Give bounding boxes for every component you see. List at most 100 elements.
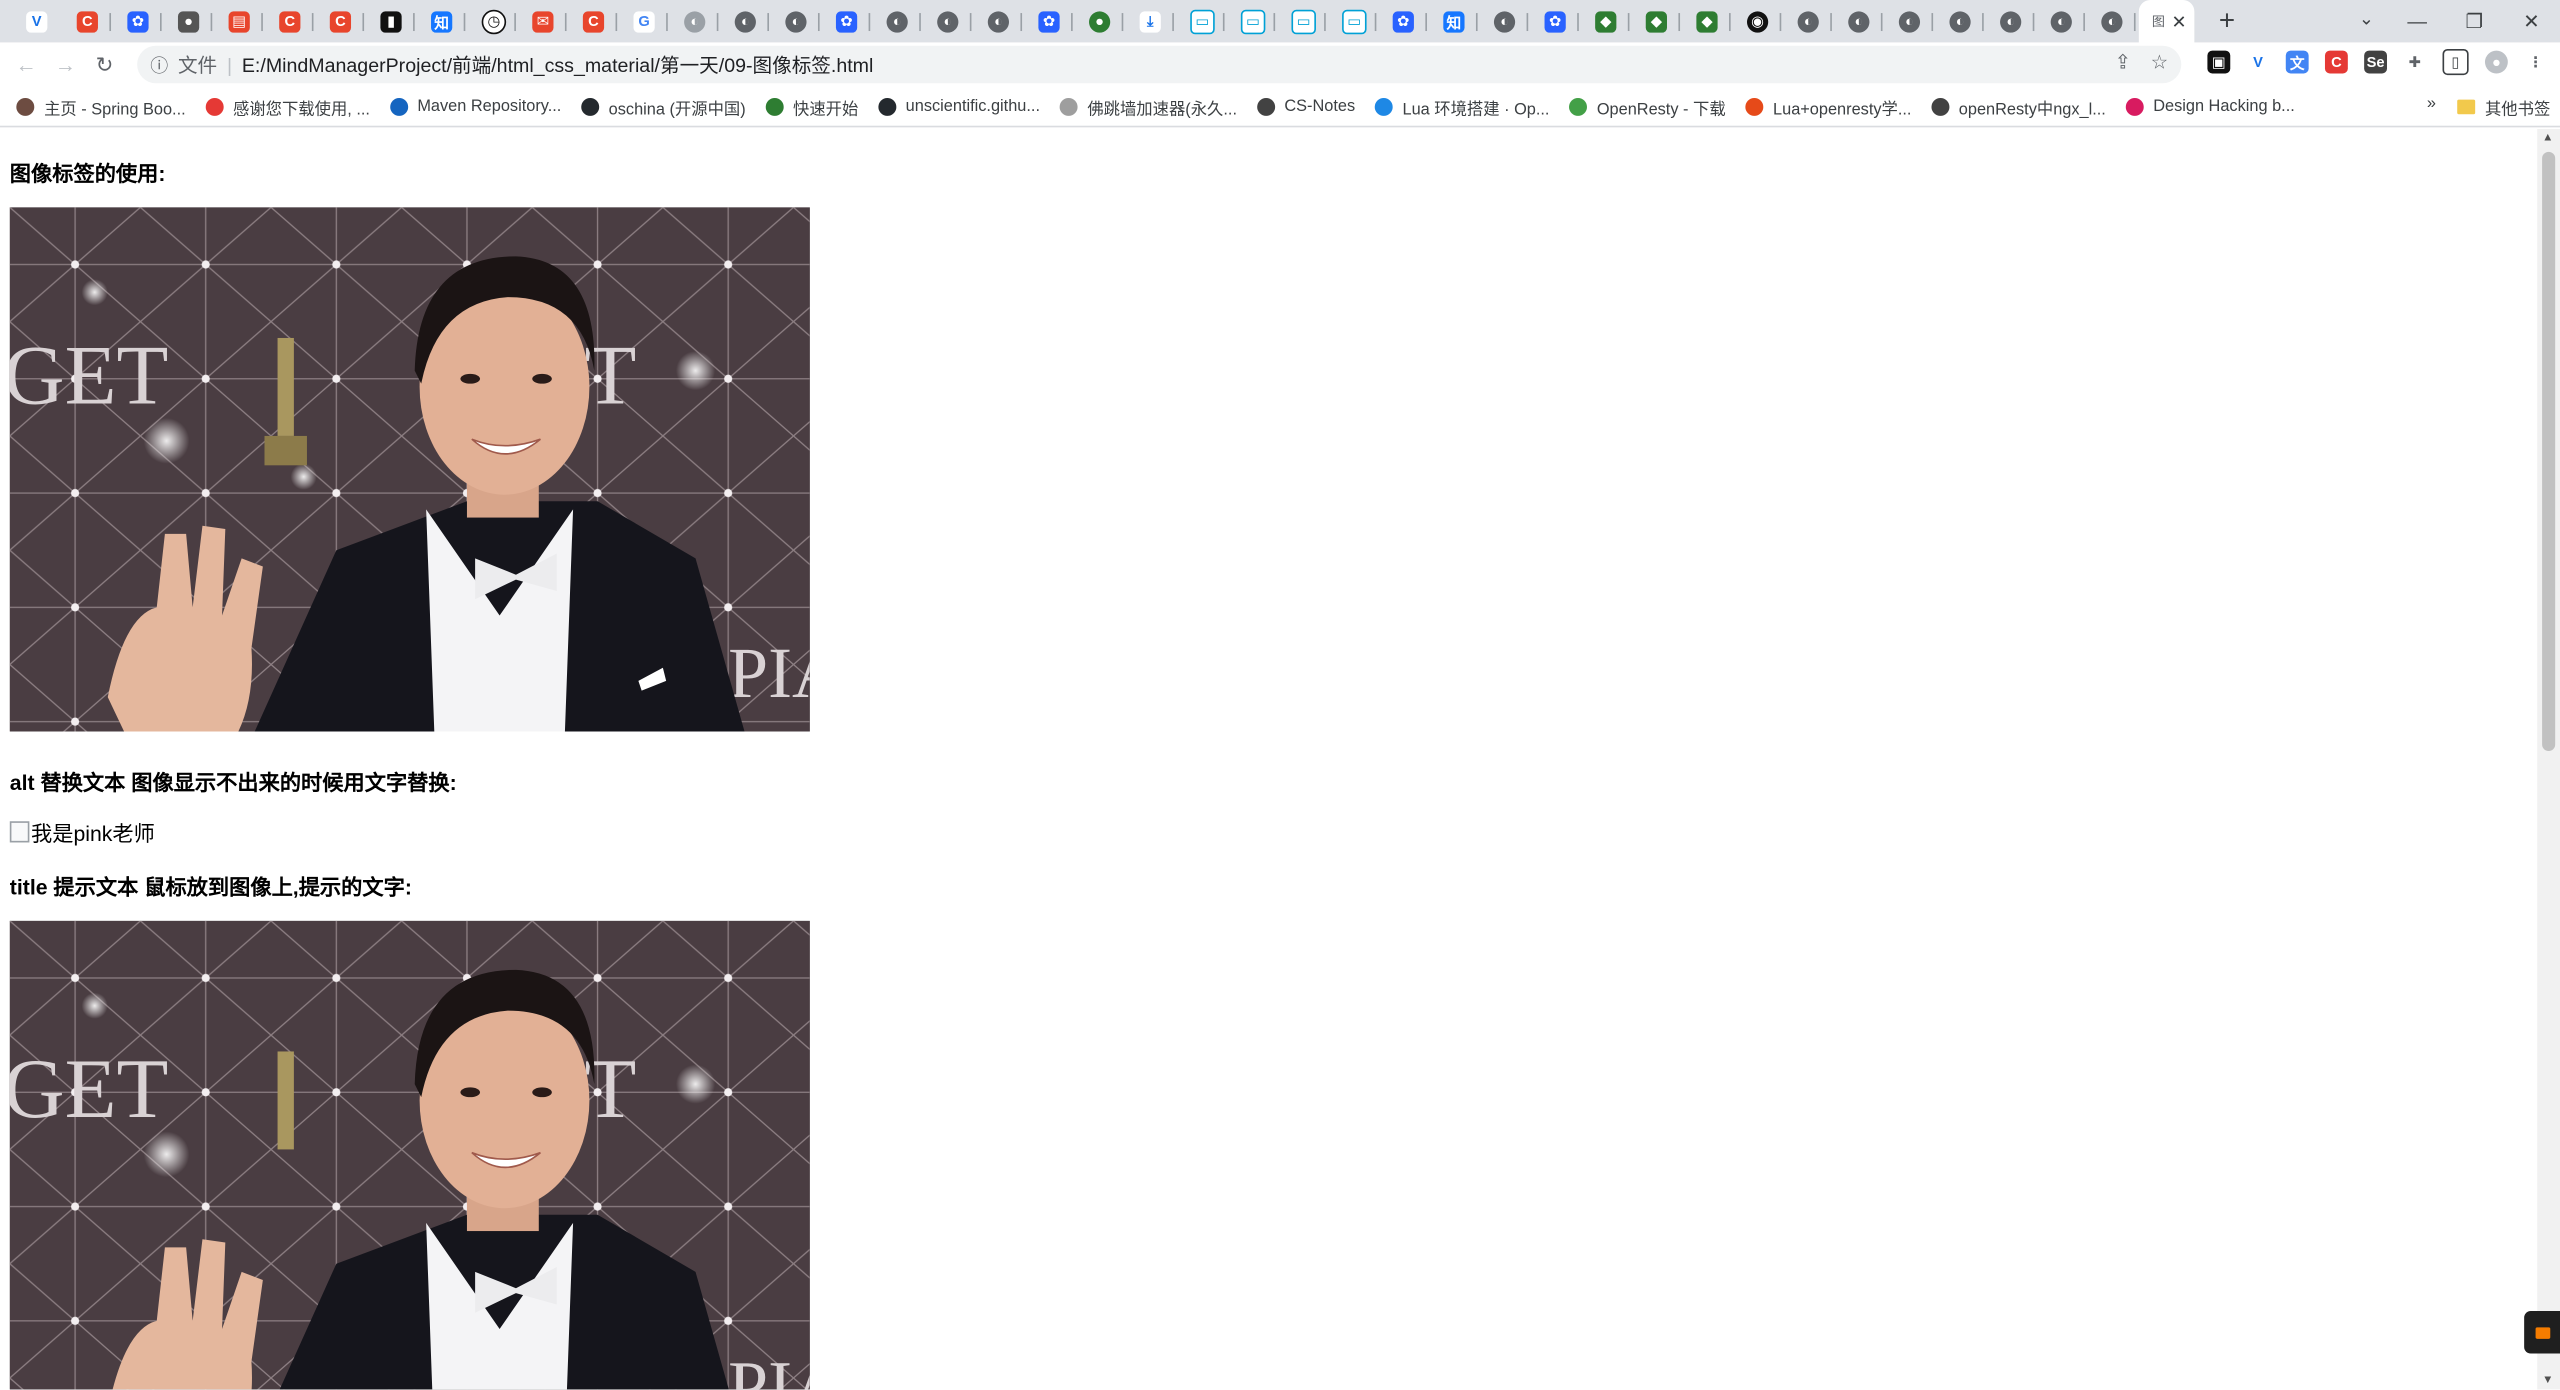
tab[interactable]: ◐ (1785, 0, 1836, 42)
csdn-icon: C (582, 10, 605, 32)
tab[interactable]: V (13, 0, 64, 42)
selenium-icon[interactable]: Se (2364, 50, 2388, 74)
close-tab-icon[interactable]: ✕ (2171, 11, 2186, 32)
address-bar[interactable]: ⓘ 文件 | E:/MindManagerProject/前端/html_css… (137, 45, 2182, 84)
share-icon[interactable]: ⇪ (2115, 51, 2131, 74)
tab-active[interactable]: 图 ✕ (2138, 0, 2195, 43)
vertical-scrollbar[interactable]: ▲ ▼ (2537, 128, 2560, 1390)
extension-icon[interactable]: ▣ (2207, 50, 2231, 74)
bookmark-item[interactable]: unscientific.githu... (877, 97, 1040, 116)
tab[interactable]: ◐ (1481, 0, 1532, 42)
translate-icon[interactable]: 文 (2285, 50, 2309, 74)
tab[interactable]: ✉ (519, 0, 570, 42)
tab[interactable]: ▭ (1177, 0, 1228, 42)
bookmark-item[interactable]: 快速开始 (765, 94, 858, 118)
url-text[interactable]: E:/MindManagerProject/前端/html_css_materi… (242, 51, 873, 79)
tab[interactable]: ◐ (1886, 0, 1937, 42)
scroll-up-icon[interactable]: ▲ (2542, 132, 2553, 143)
svg-text:GET: GET (10, 1042, 168, 1136)
bookmark-favicon-icon (2125, 97, 2144, 116)
tab[interactable]: ◐ (671, 0, 722, 42)
close-window-icon[interactable]: ✕ (2503, 10, 2560, 33)
green-dot-icon: ● (1089, 10, 1111, 32)
tab[interactable]: C (570, 0, 621, 42)
scrollbar-thumb[interactable] (2542, 151, 2556, 752)
tab[interactable]: ▮ (367, 0, 418, 42)
extension-icon[interactable]: C (2324, 50, 2348, 74)
vue-devtools-icon[interactable]: V (2246, 50, 2270, 74)
side-panel-icon[interactable]: ▯ (2442, 48, 2469, 76)
tab[interactable]: ◆ (1633, 0, 1684, 42)
forward-icon[interactable]: → (46, 52, 85, 76)
back-icon[interactable]: ← (7, 52, 46, 76)
bookmark-item[interactable]: openResty中ngx_l... (1931, 94, 2106, 118)
extensions: ▣ V 文 C Se ✚ ▯ ● ⋮ (2207, 48, 2548, 76)
tab[interactable]: ▭ (1228, 0, 1279, 42)
tab[interactable]: ◐ (772, 0, 823, 42)
tab[interactable]: ◐ (1835, 0, 1886, 42)
portrait-image: GET T P PIA (9, 207, 810, 732)
globe-icon: ◐ (2050, 10, 2072, 32)
tab[interactable]: ✿ (1380, 0, 1431, 42)
tab[interactable]: ◐ (924, 0, 975, 42)
bookmark-item[interactable]: Design Hacking b... (2125, 97, 2295, 116)
bookmark-item[interactable]: Lua+openresty学... (1745, 94, 1911, 118)
evernote-icon: ◆ (1595, 10, 1617, 32)
tab-search-icon[interactable]: ⌄ (2359, 8, 2374, 30)
bookmark-item[interactable]: OpenResty - 下载 (1569, 94, 1726, 118)
tab[interactable]: G (620, 0, 671, 42)
tab[interactable]: ◷ (469, 0, 520, 42)
bookmark-item[interactable]: Lua 环境搭建 · Op... (1374, 94, 1549, 118)
tab[interactable]: ◐ (873, 0, 924, 42)
broken-image-alt: 我是pink老师 (9, 816, 155, 847)
other-bookmarks[interactable]: 其他书签 (2457, 95, 2550, 119)
bookmark-item[interactable]: CS-Notes (1256, 97, 1355, 116)
tab[interactable]: ● (165, 0, 216, 42)
tab[interactable]: 知 (418, 0, 469, 42)
tab[interactable]: ✿ (1531, 0, 1582, 42)
tab[interactable]: ✿ (823, 0, 874, 42)
menu-icon[interactable]: ⋮ (2524, 50, 2548, 74)
bookmarks-overflow-button[interactable]: » (2427, 95, 2436, 113)
tab[interactable]: ✿ (114, 0, 165, 42)
scroll-down-icon[interactable]: ▼ (2542, 1375, 2553, 1386)
new-tab-button[interactable]: + (2207, 2, 2246, 41)
tab[interactable]: ◐ (1936, 0, 1987, 42)
bookmark-item[interactable]: 主页 - Spring Boo... (16, 94, 186, 118)
tab[interactable]: ▭ (1329, 0, 1380, 42)
svg-text:GET: GET (10, 328, 168, 422)
info-icon[interactable]: ⓘ (150, 51, 168, 77)
bookmark-item[interactable]: 感谢您下载使用, ... (205, 94, 370, 118)
tab[interactable]: ▭ (1278, 0, 1329, 42)
google-icon: G (633, 10, 655, 32)
folder-widget-icon[interactable] (2524, 1311, 2560, 1354)
avatar[interactable]: ● (2484, 50, 2508, 74)
restore-icon[interactable]: ❐ (2446, 10, 2503, 33)
minimize-icon[interactable]: — (2389, 10, 2446, 33)
tab[interactable]: ⤓ (1127, 0, 1178, 42)
tab[interactable]: ◉ (1734, 0, 1785, 42)
evernote-icon: ◆ (1696, 10, 1718, 32)
tab[interactable]: ▤ (216, 0, 267, 42)
bookmark-item[interactable]: 佛跳墙加速器(永久... (1059, 94, 1237, 118)
tab[interactable]: C (64, 0, 115, 42)
reload-icon[interactable]: ↻ (85, 51, 124, 77)
bookmark-star-icon[interactable]: ☆ (2151, 51, 2169, 74)
tab[interactable]: C (317, 0, 368, 42)
tab[interactable]: ● (1076, 0, 1127, 42)
bookmark-item[interactable]: oschina (开源中国) (580, 94, 746, 118)
tab-strip: V C ✿ ● ▤ C C ▮ 知 ◷ ✉ C G ◐ ◐ ◐ ✿ ◐ ◐ ◐ … (0, 0, 2560, 43)
puzzle-icon[interactable]: ✚ (2403, 50, 2427, 74)
tab[interactable]: ◆ (1683, 0, 1734, 42)
tab[interactable]: 知 (1430, 0, 1481, 42)
globe-icon: ◐ (684, 10, 706, 32)
tab[interactable]: ◐ (975, 0, 1026, 42)
tab[interactable]: ◆ (1582, 0, 1633, 42)
bookmark-item[interactable]: Maven Repository... (389, 97, 561, 116)
tab[interactable]: ◐ (722, 0, 773, 42)
tab[interactable]: C (266, 0, 317, 42)
tab[interactable]: ◐ (2088, 0, 2139, 42)
tab[interactable]: ✿ (1025, 0, 1076, 42)
tab[interactable]: ◐ (1987, 0, 2038, 42)
tab[interactable]: ◐ (2038, 0, 2089, 42)
